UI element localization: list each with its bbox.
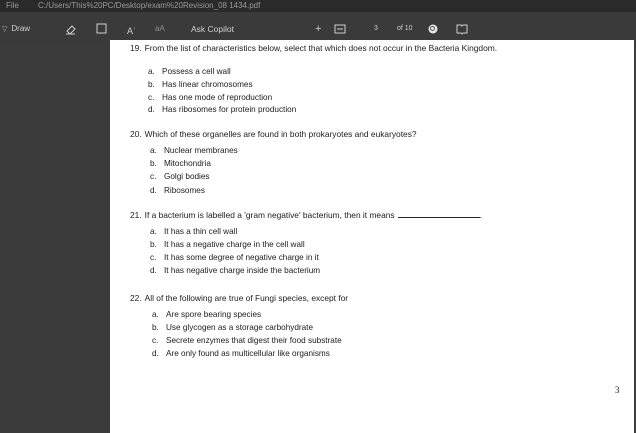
- option-text: Golgi bodies: [164, 172, 210, 181]
- option-text: Possess a cell wall: [162, 67, 231, 76]
- option-text: Are only found as multicellular like org…: [166, 349, 330, 358]
- option-letter: d.: [148, 105, 155, 114]
- option-letter: a.: [148, 67, 155, 76]
- page-number: 3: [615, 385, 620, 395]
- option-text: It has a thin cell wall: [164, 227, 238, 236]
- option-letter: d.: [152, 349, 159, 358]
- option: a. Nuclear membranes: [150, 146, 238, 155]
- draw-button[interactable]: ▽ Draw: [2, 12, 30, 46]
- title-bar: File C:/Users/This%20PC/Desktop/exam%20R…: [0, 0, 636, 12]
- question-text: All of the following are true of Fungi s…: [144, 293, 349, 303]
- option-text: Has one mode of reproduction: [162, 93, 273, 102]
- option-text: Has linear chromosomes: [162, 80, 253, 89]
- question-text: If a bacterium is labelled a 'gram negat…: [144, 210, 395, 220]
- option-text: Secrete enzymes that digest their food s…: [166, 336, 342, 345]
- text-box-icon[interactable]: [96, 12, 107, 46]
- option-letter: c.: [150, 172, 157, 181]
- question-number: 19.: [130, 43, 142, 53]
- option-letter: b.: [148, 80, 155, 89]
- question-trailing: .: [479, 210, 482, 220]
- option: d. Ribosomes: [150, 186, 205, 195]
- question-19: 19. From the list of characteristics belo…: [130, 43, 497, 53]
- option: b. Has linear chromosomes: [148, 80, 253, 89]
- question-text: Which of these organelles are found in b…: [144, 129, 417, 139]
- option: c. Secrete enzymes that digest their food…: [152, 336, 342, 345]
- option: a. It has a thin cell wall: [150, 227, 237, 236]
- option-text: Has ribosomes for protein production: [162, 105, 297, 114]
- option-text: Ribosomes: [164, 186, 205, 195]
- question-number: 22.: [130, 293, 142, 303]
- option: b. Use glycogen as a storage carbohydrate: [152, 323, 313, 332]
- option-letter: c.: [150, 253, 157, 262]
- answer-blank: [397, 211, 480, 218]
- option-letter: a.: [152, 310, 159, 319]
- file-path: C:/Users/This%20PC/Desktop/exam%20Revisi…: [38, 1, 261, 10]
- question-number: 21.: [130, 210, 142, 220]
- option: b. It has a negative charge in the cell w…: [150, 240, 305, 249]
- question-20: 20. Which of these organelles are found i…: [130, 129, 417, 139]
- option-text: It has a negative charge in the cell wal…: [164, 240, 305, 249]
- option: a. Are spore bearing species: [152, 310, 261, 319]
- option: c. It has some degree of negative charge …: [150, 253, 319, 262]
- option-text: Nuclear membranes: [164, 146, 238, 155]
- option: d. It has negative charge inside the bact…: [150, 266, 320, 275]
- option-letter: b.: [152, 323, 159, 332]
- option-text: Are spore bearing species: [166, 310, 262, 319]
- option-text: Use glycogen as a storage carbohydrate: [166, 323, 314, 332]
- option: c. Golgi bodies: [150, 172, 210, 181]
- draw-label: Draw: [11, 24, 31, 33]
- option-letter: d.: [150, 266, 157, 275]
- chevron-down-icon: ▽: [2, 26, 8, 33]
- question-text: From the list of characteristics below, …: [144, 43, 498, 53]
- option: c. Has one mode of reproduction: [148, 93, 272, 102]
- option-letter: d.: [150, 186, 157, 195]
- file-menu[interactable]: File: [6, 0, 19, 12]
- option-letter: c.: [148, 93, 155, 102]
- option-letter: b.: [150, 159, 157, 168]
- question-21: 21. If a bacterium is labelled a 'gram ne…: [130, 210, 482, 220]
- option-letter: b.: [150, 240, 157, 249]
- eraser-icon[interactable]: [65, 12, 77, 46]
- question-22: 22. All of the following are true of Fung…: [130, 293, 348, 303]
- option-text: It has some degree of negative charge in…: [164, 253, 319, 262]
- question-number: 20.: [130, 129, 142, 139]
- option-text: It has negative charge inside the bacter…: [164, 266, 321, 275]
- option: d. Has ribosomes for protein production: [148, 105, 296, 114]
- option: a. Possess a cell wall: [148, 67, 231, 76]
- pdf-page: 19. From the list of characteristics belo…: [110, 40, 634, 433]
- option: d. Are only found as multicellular like o…: [152, 349, 330, 358]
- option-text: Mitochondria: [164, 159, 211, 168]
- option-letter: a.: [150, 227, 157, 236]
- option-letter: c.: [152, 336, 159, 345]
- option: b. Mitochondria: [150, 159, 211, 168]
- option-letter: a.: [150, 146, 157, 155]
